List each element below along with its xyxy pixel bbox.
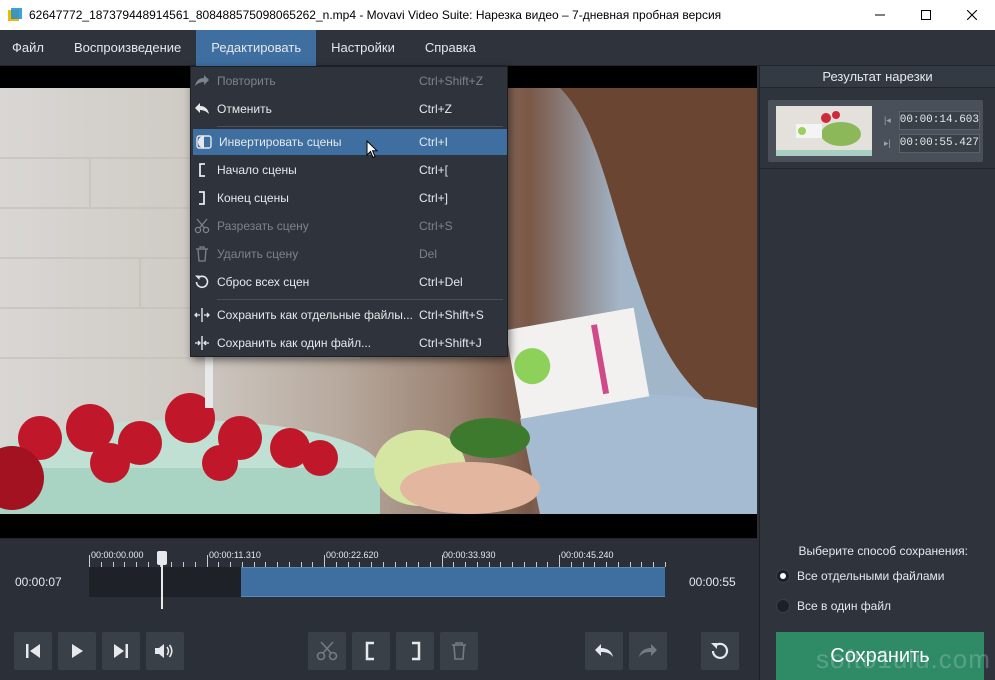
timeline-ruler[interactable]: 00:00:00.000 00:00:11.310 00:00:22.620 0…	[89, 547, 666, 567]
window-title: 62647772_187379448914561_808488575098065…	[29, 8, 722, 22]
reset-icon	[193, 273, 211, 291]
scene-start-button[interactable]	[352, 632, 390, 670]
radio-label: Все в один файл	[797, 599, 892, 613]
redo-button[interactable]	[629, 632, 667, 670]
undo-icon	[595, 644, 613, 657]
playhead[interactable]	[156, 551, 167, 609]
scene-end-icon	[412, 641, 421, 661]
result-panel: Результат нарезки |◂ 00:00:14.603 ▸| 00:…	[759, 66, 995, 680]
volume-icon	[155, 644, 173, 658]
tick-label: 00:00:22.620	[326, 550, 379, 560]
save-mode-label: Выберите способ сохранения:	[798, 544, 968, 558]
save-option-separate[interactable]: Все отдельными файлами	[776, 569, 944, 583]
close-icon	[967, 10, 977, 20]
maximize-icon	[921, 10, 931, 20]
menu-help[interactable]: Справка	[410, 30, 491, 66]
trash-icon	[452, 642, 466, 660]
skip-back-icon	[26, 644, 40, 658]
undo-icon	[193, 100, 211, 118]
redo-icon	[193, 72, 211, 90]
tick-label: 00:00:33.930	[443, 550, 496, 560]
menu-item-redo[interactable]: Повторить Ctrl+Shift+Z	[191, 68, 507, 94]
menu-item-save-separate[interactable]: Сохранить как отдельные файлы... Ctrl+Sh…	[191, 302, 507, 328]
delete-scene-button[interactable]	[440, 632, 478, 670]
timeline-track[interactable]	[89, 551, 665, 609]
scene-start-icon	[365, 641, 374, 661]
menu-separator	[217, 299, 503, 300]
title-bar: 62647772_187379448914561_808488575098065…	[0, 0, 995, 30]
save-merged-icon	[193, 334, 211, 352]
radio-label: Все отдельными файлами	[797, 569, 945, 583]
clip-start-icon: |◂	[883, 114, 891, 125]
close-button[interactable]	[949, 0, 995, 30]
menu-edit[interactable]: Редактировать	[196, 30, 317, 66]
previous-frame-button[interactable]	[14, 632, 52, 670]
selected-fragment[interactable]	[240, 567, 665, 597]
clip-end-time[interactable]: 00:00:55.427	[898, 133, 980, 153]
menu-item-save-merged[interactable]: Сохранить как один файл... Ctrl+Shift+J	[191, 330, 507, 356]
cut-button[interactable]	[308, 632, 346, 670]
ruler-tick	[324, 555, 326, 567]
menu-item-invert-scenes[interactable]: Инвертировать сцены Ctrl+I	[193, 129, 507, 155]
volume-button[interactable]	[146, 632, 184, 670]
undo-button[interactable]	[585, 632, 623, 670]
watermark: softo1ulu.com	[816, 644, 991, 674]
total-time: 00:00:55	[689, 575, 736, 589]
divider	[760, 168, 995, 169]
scissors-icon	[193, 217, 211, 235]
movavi-app-icon	[8, 8, 22, 21]
scene-end-icon	[193, 189, 211, 207]
trash-icon	[193, 245, 211, 263]
menu-playback[interactable]: Воспроизведение	[59, 30, 196, 66]
maximize-button[interactable]	[903, 0, 949, 30]
reset-icon	[711, 642, 729, 659]
current-time: 00:00:07	[15, 575, 62, 589]
menu-item-delete-scene[interactable]: Удалить сцену Del	[191, 241, 507, 267]
menu-separator	[217, 126, 503, 127]
playback-controls	[0, 622, 757, 680]
play-icon	[72, 644, 83, 658]
menu-settings[interactable]: Настройки	[316, 30, 410, 66]
reset-scenes-button[interactable]	[701, 632, 739, 670]
skip-forward-icon	[114, 644, 128, 658]
menu-item-undo[interactable]: Отменить Ctrl+Z	[191, 96, 507, 122]
clip-start-time[interactable]: 00:00:14.603	[898, 110, 980, 130]
ruler-tick	[441, 555, 443, 567]
scissors-icon	[316, 641, 338, 661]
mouse-cursor-icon	[366, 140, 378, 159]
minimize-button[interactable]	[857, 0, 903, 30]
clip-end-icon: ▸|	[883, 137, 891, 148]
save-separate-icon	[193, 306, 211, 324]
menu-item-reset-scenes[interactable]: Сброс всех сцен Ctrl+Del	[191, 269, 507, 295]
save-option-single[interactable]: Все в один файл	[776, 599, 891, 613]
timeline: 00:00:07 00:00:00.000 00:00:11.310 00:00…	[0, 538, 757, 622]
tick-label: 00:00:45.240	[561, 550, 614, 560]
play-button[interactable]	[58, 632, 96, 670]
scene-end-button[interactable]	[396, 632, 434, 670]
ruler-tick	[664, 562, 666, 567]
ruler-tick	[559, 555, 561, 567]
menu-file[interactable]: Файл	[0, 30, 59, 66]
scene-start-icon	[193, 161, 211, 179]
menu-item-scene-start[interactable]: Начало сцены Ctrl+[	[191, 157, 507, 183]
menu-item-cut-scene[interactable]: Разрезать сцену Ctrl+S	[191, 213, 507, 239]
radio-button[interactable]	[776, 599, 790, 613]
menu-bar: Файл Воспроизведение Редактировать Настр…	[0, 30, 995, 66]
radio-button[interactable]	[776, 569, 790, 583]
result-panel-title: Результат нарезки	[760, 66, 995, 88]
clip-thumbnail	[776, 106, 872, 156]
invert-scenes-icon	[195, 133, 213, 151]
ruler-tick	[89, 555, 90, 567]
redo-icon	[639, 644, 657, 657]
next-frame-button[interactable]	[102, 632, 140, 670]
result-clip[interactable]: |◂ 00:00:14.603 ▸| 00:00:55.427	[768, 100, 983, 162]
menu-item-scene-end[interactable]: Конец сцены Ctrl+]	[191, 185, 507, 211]
minimize-icon	[875, 14, 885, 16]
ruler-tick	[206, 555, 208, 567]
tick-label: 00:00:11.310	[209, 550, 261, 560]
edit-menu-dropdown: Повторить Ctrl+Shift+Z Отменить Ctrl+Z И…	[190, 66, 508, 357]
tick-label: 00:00:00.000	[91, 550, 144, 560]
